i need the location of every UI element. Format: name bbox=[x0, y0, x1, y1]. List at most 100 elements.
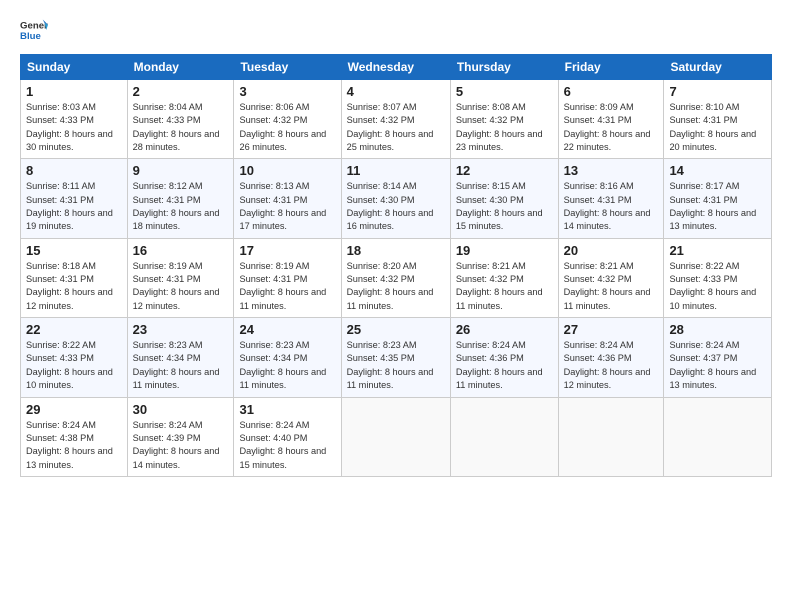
day-info: Sunrise: 8:17 AMSunset: 4:31 PMDaylight:… bbox=[669, 180, 766, 233]
calendar-cell: 30 Sunrise: 8:24 AMSunset: 4:39 PMDayligh… bbox=[127, 397, 234, 476]
day-info: Sunrise: 8:23 AMSunset: 4:34 PMDaylight:… bbox=[133, 339, 229, 392]
day-number: 12 bbox=[456, 163, 553, 178]
day-number: 31 bbox=[239, 402, 335, 417]
calendar-cell: 11 Sunrise: 8:14 AMSunset: 4:30 PMDayligh… bbox=[341, 159, 450, 238]
weekday-wednesday: Wednesday bbox=[341, 55, 450, 80]
logo: General Blue bbox=[20, 16, 48, 44]
day-info: Sunrise: 8:13 AMSunset: 4:31 PMDaylight:… bbox=[239, 180, 335, 233]
day-info: Sunrise: 8:11 AMSunset: 4:31 PMDaylight:… bbox=[26, 180, 122, 233]
calendar-cell: 21 Sunrise: 8:22 AMSunset: 4:33 PMDayligh… bbox=[664, 238, 772, 317]
page: General Blue SundayMondayTuesdayWednesda… bbox=[0, 0, 792, 487]
calendar-cell: 23 Sunrise: 8:23 AMSunset: 4:34 PMDayligh… bbox=[127, 318, 234, 397]
calendar-cell: 2Sunrise: 8:04 AMSunset: 4:33 PMDaylight… bbox=[127, 80, 234, 159]
day-number: 11 bbox=[347, 163, 445, 178]
calendar-cell: 26Sunrise: 8:24 AMSunset: 4:36 PMDayligh… bbox=[450, 318, 558, 397]
day-number: 13 bbox=[564, 163, 659, 178]
weekday-header: SundayMondayTuesdayWednesdayThursdayFrid… bbox=[21, 55, 772, 80]
calendar-cell: 8 Sunrise: 8:11 AMSunset: 4:31 PMDaylight… bbox=[21, 159, 128, 238]
day-number: 3 bbox=[239, 84, 335, 99]
calendar-cell: 15Sunrise: 8:18 AMSunset: 4:31 PMDayligh… bbox=[21, 238, 128, 317]
day-number: 7 bbox=[669, 84, 766, 99]
weekday-monday: Monday bbox=[127, 55, 234, 80]
day-number: 16 bbox=[133, 243, 229, 258]
calendar-cell bbox=[341, 397, 450, 476]
day-number: 28 bbox=[669, 322, 766, 337]
weekday-friday: Friday bbox=[558, 55, 664, 80]
day-info: Sunrise: 8:19 AMSunset: 4:31 PMDaylight:… bbox=[239, 260, 335, 313]
header: General Blue bbox=[20, 16, 772, 44]
day-info: Sunrise: 8:14 AMSunset: 4:30 PMDaylight:… bbox=[347, 180, 445, 233]
day-number: 18 bbox=[347, 243, 445, 258]
day-number: 20 bbox=[564, 243, 659, 258]
day-info: Sunrise: 8:24 AMSunset: 4:38 PMDaylight:… bbox=[26, 419, 122, 472]
week-row-2: 8 Sunrise: 8:11 AMSunset: 4:31 PMDaylight… bbox=[21, 159, 772, 238]
week-row-5: 29Sunrise: 8:24 AMSunset: 4:38 PMDayligh… bbox=[21, 397, 772, 476]
calendar-cell: 10Sunrise: 8:13 AMSunset: 4:31 PMDayligh… bbox=[234, 159, 341, 238]
day-number: 4 bbox=[347, 84, 445, 99]
day-info: Sunrise: 8:23 AMSunset: 4:34 PMDaylight:… bbox=[239, 339, 335, 392]
calendar-cell: 25 Sunrise: 8:23 AMSunset: 4:35 PMDayligh… bbox=[341, 318, 450, 397]
day-number: 17 bbox=[239, 243, 335, 258]
day-info: Sunrise: 8:03 AMSunset: 4:33 PMDaylight:… bbox=[26, 101, 122, 154]
day-info: Sunrise: 8:24 AMSunset: 4:40 PMDaylight:… bbox=[239, 419, 335, 472]
day-number: 8 bbox=[26, 163, 122, 178]
day-info: Sunrise: 8:21 AMSunset: 4:32 PMDaylight:… bbox=[456, 260, 553, 313]
day-info: Sunrise: 8:18 AMSunset: 4:31 PMDaylight:… bbox=[26, 260, 122, 313]
day-number: 25 bbox=[347, 322, 445, 337]
day-number: 30 bbox=[133, 402, 229, 417]
calendar-cell: 19 Sunrise: 8:21 AMSunset: 4:32 PMDayligh… bbox=[450, 238, 558, 317]
day-info: Sunrise: 8:22 AMSunset: 4:33 PMDaylight:… bbox=[669, 260, 766, 313]
calendar-table: SundayMondayTuesdayWednesdayThursdayFrid… bbox=[20, 54, 772, 477]
day-number: 14 bbox=[669, 163, 766, 178]
calendar-cell: 24Sunrise: 8:23 AMSunset: 4:34 PMDayligh… bbox=[234, 318, 341, 397]
day-info: Sunrise: 8:24 AMSunset: 4:36 PMDaylight:… bbox=[564, 339, 659, 392]
calendar-cell: 1 Sunrise: 8:03 AMSunset: 4:33 PMDaylight… bbox=[21, 80, 128, 159]
calendar-cell bbox=[664, 397, 772, 476]
day-info: Sunrise: 8:06 AMSunset: 4:32 PMDaylight:… bbox=[239, 101, 335, 154]
calendar-cell: 22 Sunrise: 8:22 AMSunset: 4:33 PMDayligh… bbox=[21, 318, 128, 397]
day-info: Sunrise: 8:09 AMSunset: 4:31 PMDaylight:… bbox=[564, 101, 659, 154]
calendar-cell: 5 Sunrise: 8:08 AMSunset: 4:32 PMDaylight… bbox=[450, 80, 558, 159]
calendar-cell: 28 Sunrise: 8:24 AMSunset: 4:37 PMDayligh… bbox=[664, 318, 772, 397]
day-number: 22 bbox=[26, 322, 122, 337]
day-info: Sunrise: 8:19 AMSunset: 4:31 PMDaylight:… bbox=[133, 260, 229, 313]
weekday-sunday: Sunday bbox=[21, 55, 128, 80]
day-info: Sunrise: 8:24 AMSunset: 4:39 PMDaylight:… bbox=[133, 419, 229, 472]
day-info: Sunrise: 8:12 AMSunset: 4:31 PMDaylight:… bbox=[133, 180, 229, 233]
day-number: 1 bbox=[26, 84, 122, 99]
day-number: 19 bbox=[456, 243, 553, 258]
day-number: 21 bbox=[669, 243, 766, 258]
calendar-cell: 6 Sunrise: 8:09 AMSunset: 4:31 PMDaylight… bbox=[558, 80, 664, 159]
calendar-cell: 7 Sunrise: 8:10 AMSunset: 4:31 PMDaylight… bbox=[664, 80, 772, 159]
week-row-3: 15Sunrise: 8:18 AMSunset: 4:31 PMDayligh… bbox=[21, 238, 772, 317]
svg-text:Blue: Blue bbox=[20, 31, 41, 42]
calendar-cell: 4Sunrise: 8:07 AMSunset: 4:32 PMDaylight… bbox=[341, 80, 450, 159]
calendar-cell: 18 Sunrise: 8:20 AMSunset: 4:32 PMDayligh… bbox=[341, 238, 450, 317]
calendar-cell: 3 Sunrise: 8:06 AMSunset: 4:32 PMDaylight… bbox=[234, 80, 341, 159]
day-info: Sunrise: 8:23 AMSunset: 4:35 PMDaylight:… bbox=[347, 339, 445, 392]
weekday-saturday: Saturday bbox=[664, 55, 772, 80]
week-row-4: 22 Sunrise: 8:22 AMSunset: 4:33 PMDayligh… bbox=[21, 318, 772, 397]
day-info: Sunrise: 8:21 AMSunset: 4:32 PMDaylight:… bbox=[564, 260, 659, 313]
svg-text:General: General bbox=[20, 20, 48, 31]
calendar-body: 1 Sunrise: 8:03 AMSunset: 4:33 PMDaylight… bbox=[21, 80, 772, 477]
day-info: Sunrise: 8:10 AMSunset: 4:31 PMDaylight:… bbox=[669, 101, 766, 154]
calendar-cell: 17 Sunrise: 8:19 AMSunset: 4:31 PMDayligh… bbox=[234, 238, 341, 317]
day-number: 23 bbox=[133, 322, 229, 337]
day-info: Sunrise: 8:24 AMSunset: 4:37 PMDaylight:… bbox=[669, 339, 766, 392]
calendar-cell: 13Sunrise: 8:16 AMSunset: 4:31 PMDayligh… bbox=[558, 159, 664, 238]
week-row-1: 1 Sunrise: 8:03 AMSunset: 4:33 PMDaylight… bbox=[21, 80, 772, 159]
day-info: Sunrise: 8:20 AMSunset: 4:32 PMDaylight:… bbox=[347, 260, 445, 313]
weekday-thursday: Thursday bbox=[450, 55, 558, 80]
calendar-cell bbox=[558, 397, 664, 476]
calendar-cell: 16 Sunrise: 8:19 AMSunset: 4:31 PMDayligh… bbox=[127, 238, 234, 317]
calendar-cell: 9Sunrise: 8:12 AMSunset: 4:31 PMDaylight… bbox=[127, 159, 234, 238]
day-info: Sunrise: 8:08 AMSunset: 4:32 PMDaylight:… bbox=[456, 101, 553, 154]
calendar-cell: 29Sunrise: 8:24 AMSunset: 4:38 PMDayligh… bbox=[21, 397, 128, 476]
day-number: 27 bbox=[564, 322, 659, 337]
day-info: Sunrise: 8:04 AMSunset: 4:33 PMDaylight:… bbox=[133, 101, 229, 154]
calendar-cell: 14 Sunrise: 8:17 AMSunset: 4:31 PMDayligh… bbox=[664, 159, 772, 238]
day-number: 6 bbox=[564, 84, 659, 99]
day-number: 5 bbox=[456, 84, 553, 99]
day-info: Sunrise: 8:22 AMSunset: 4:33 PMDaylight:… bbox=[26, 339, 122, 392]
